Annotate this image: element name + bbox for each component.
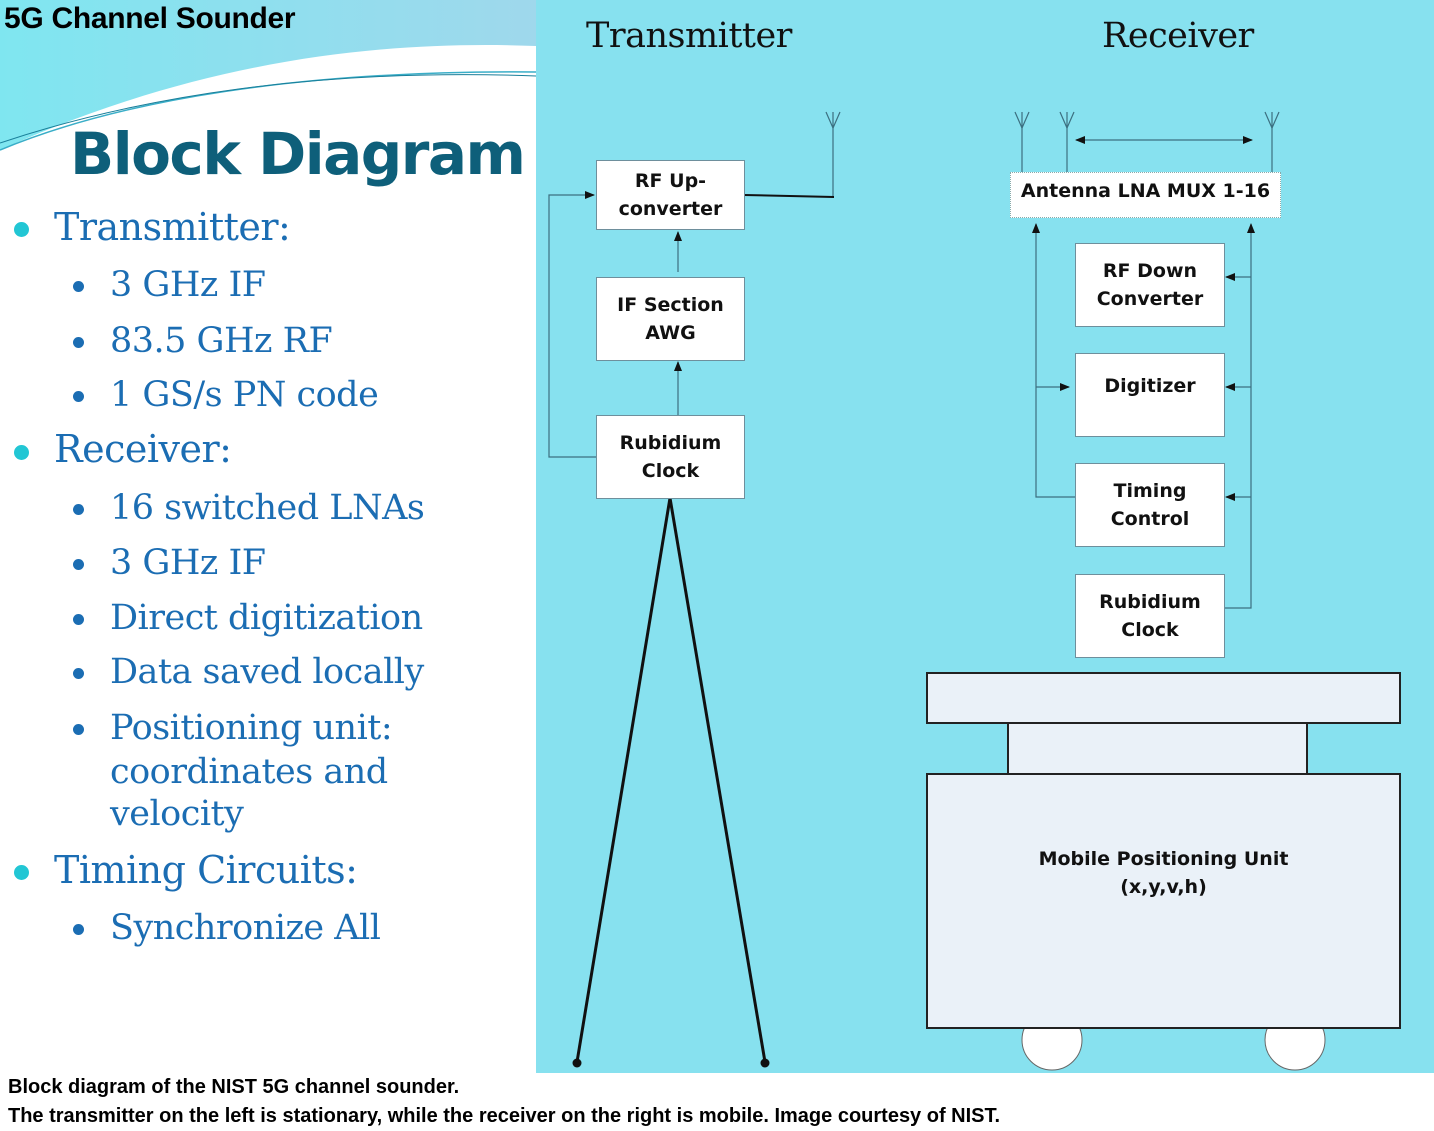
block-rf-downconverter: RF Down Converter (1075, 243, 1225, 327)
receiver-title: Receiver (1102, 16, 1254, 56)
tx-tripod-foot (760, 1058, 770, 1068)
mpu-label-line1: Mobile Positioning Unit (1038, 848, 1289, 870)
block-antenna-lna-mux: Antenna LNA MUX 1-16 (1010, 172, 1281, 218)
bullet-l2-icon (73, 281, 84, 292)
bullet-item: Synchronize All (110, 908, 381, 948)
bullet-l2-icon (73, 924, 84, 935)
caption-line-1: Block diagram of the NIST 5G channel sou… (8, 1076, 460, 1098)
mpu-label-line2: (x,y,v,h) (1120, 876, 1207, 898)
bullet-item-positioning-line3: velocity (110, 794, 244, 834)
block-label: Clock (641, 460, 700, 482)
block-label: Rubidium (1099, 591, 1201, 613)
block-rx-rubidium-clock: Rubidium Clock (1075, 574, 1225, 658)
block-diagram: Transmitter Receiver RF Up- converter IF… (536, 0, 1434, 1073)
bullet-l1-icon (14, 865, 29, 880)
bullet-timing: Timing Circuits: (54, 848, 358, 892)
bullet-item: 16 switched LNAs (110, 488, 425, 528)
block-if-section-awg: IF Section AWG (596, 277, 745, 361)
bullet-receiver: Receiver: (54, 427, 232, 471)
bullet-l2-icon (73, 337, 84, 348)
bullet-l2-icon (73, 391, 84, 402)
bullet-l2-icon (73, 668, 84, 679)
block-label: Timing (1113, 480, 1187, 502)
bullet-item-positioning-line2: coordinates and (110, 752, 388, 792)
bullet-item: Direct digitization (110, 598, 423, 638)
block-tx-rubidium-clock: Rubidium Clock (596, 415, 745, 499)
block-digitizer: Digitizer (1075, 353, 1225, 437)
caption-line-2: The transmitter on the left is stationar… (8, 1105, 1001, 1127)
block-label: Converter (1096, 288, 1204, 310)
transmitter-title: Transmitter (586, 16, 792, 56)
arrow-clock-to-mux (1225, 223, 1255, 609)
arrow-clock-to-rfup (548, 191, 596, 458)
block-label: RF Up- (634, 170, 707, 192)
mobile-positioning-unit (926, 773, 1401, 1029)
cart-middle-section (1007, 724, 1308, 775)
block-label: RF Down (1102, 260, 1198, 282)
bullet-l2-icon (73, 504, 84, 515)
bullet-l1-icon (14, 445, 29, 460)
block-label: IF Section (617, 294, 724, 316)
slide-header-title: 5G Channel Sounder (4, 2, 296, 35)
bullet-item: Data saved locally (110, 652, 424, 692)
block-label: Control (1110, 508, 1190, 530)
bullet-item-positioning-line1: Positioning unit: (110, 708, 393, 748)
bullet-l1-icon (14, 222, 29, 237)
tx-tripod-leg (575, 497, 672, 1063)
mobile-positioning-unit-label: Mobile Positioning Unit (x,y,v,h) (926, 845, 1401, 901)
slide-heading: Block Diagram (70, 120, 526, 188)
block-label: Rubidium (619, 432, 722, 454)
cart-top-shelf (926, 672, 1401, 724)
block-label: converter (618, 198, 723, 220)
bullet-item: 1 GS/s PN code (110, 375, 379, 415)
block-rf-upconverter: RF Up- converter (596, 160, 745, 230)
block-timing-control: Timing Control (1075, 463, 1225, 547)
bullet-item: 3 GHz IF (110, 543, 266, 583)
slide-text-panel: 5G Channel Sounder Block Diagram Transmi… (0, 0, 536, 1073)
bullet-l2-icon (73, 559, 84, 570)
bullet-l2-icon (73, 614, 84, 625)
tx-tripod-leg (668, 497, 767, 1063)
block-label: AWG (645, 322, 696, 344)
bullet-item: 83.5 GHz RF (110, 321, 333, 361)
block-label: Clock (1121, 619, 1179, 641)
arrow-timing-to-mux (1032, 223, 1075, 498)
tx-rf-output-line (743, 194, 835, 198)
bullet-item: 3 GHz IF (110, 265, 266, 305)
bullet-transmitter: Transmitter: (54, 205, 291, 249)
tx-tripod-foot (572, 1058, 582, 1068)
bullet-l2-icon (73, 724, 84, 735)
